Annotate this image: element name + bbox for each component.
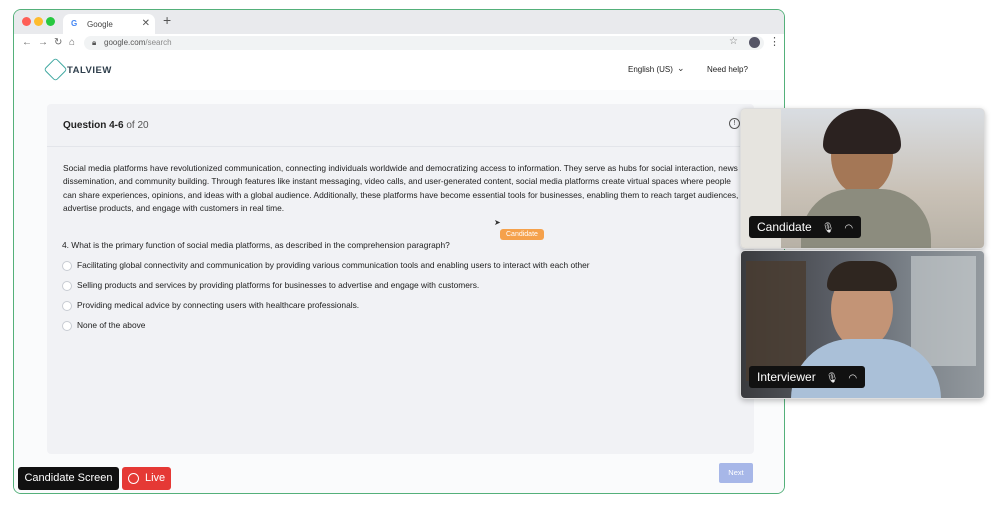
option-4[interactable]: None of the above [62, 320, 145, 331]
url-domain: google.com [104, 38, 146, 47]
browser-menu-icon[interactable]: ⋮ [769, 35, 780, 48]
google-icon: G [71, 19, 78, 28]
bookshelf-left [746, 261, 806, 381]
close-window-dot[interactable] [22, 17, 31, 26]
maximize-window-dot[interactable] [46, 17, 55, 26]
interviewer-label: Interviewer 🎙︎ ◠ [749, 366, 866, 388]
bookshelf-right [911, 256, 976, 366]
option-label: Providing medical advice by connecting u… [77, 300, 360, 310]
microphone-icon: 🎙︎ [821, 223, 835, 234]
record-icon [128, 473, 139, 484]
radio-button[interactable] [62, 260, 72, 271]
url-path: /search [145, 38, 172, 47]
candidate-video: Candidate 🎙︎ ◠ [740, 108, 985, 249]
logo-text: TALVIEW [67, 65, 112, 76]
profile-avatar[interactable] [749, 37, 760, 48]
address-bar: ← → ↻ ⌂ 🔒︎ google.com/search ☆ ⋮ [14, 34, 784, 53]
live-badge: Live [122, 467, 171, 490]
live-label: Live [145, 472, 166, 484]
new-tab-icon[interactable]: + [163, 12, 171, 28]
question-total: of 20 [123, 120, 149, 131]
candidate-label-text: Candidate [757, 220, 812, 234]
microphone-muted-icon: 🎙︎ [825, 373, 839, 384]
question-prompt: 4. What is the primary function of socia… [62, 240, 450, 250]
radio-button[interactable] [62, 320, 72, 331]
tab-strip: G Google ✕ + [14, 10, 784, 34]
cursor-icon: ➤ [494, 218, 501, 227]
back-icon[interactable]: ← [22, 37, 32, 48]
option-label: Selling products and services by providi… [77, 280, 480, 290]
divider [47, 146, 754, 147]
option-label: Facilitating global connectivity and com… [77, 260, 590, 270]
browser-tab[interactable]: G Google ✕ [63, 14, 155, 34]
talview-logo-icon [43, 57, 68, 82]
wifi-icon: ◠ [844, 223, 854, 234]
comprehension-passage: Social media platforms have revolutioniz… [63, 163, 739, 214]
candidate-cursor-tag: Candidate [500, 229, 544, 240]
bookmark-star-icon[interactable]: ☆ [729, 36, 738, 47]
info-icon[interactable]: ! [729, 118, 740, 129]
language-selector[interactable]: English (US) [628, 65, 673, 74]
next-button[interactable]: Next [719, 463, 753, 483]
radio-button[interactable] [62, 280, 72, 291]
home-icon[interactable]: ⌂ [69, 37, 75, 48]
minimize-window-dot[interactable] [34, 17, 43, 26]
browser-window: G Google ✕ + ← → ↻ ⌂ 🔒︎ google.com/searc… [13, 9, 785, 494]
question-range: Question 4-6 [63, 120, 124, 131]
assessment-content: Question 4-6 of 20 ! Social media platfo… [14, 90, 784, 493]
url-input[interactable]: 🔒︎ google.com/search [84, 36, 764, 50]
tab-title: Google [87, 20, 113, 29]
lock-icon: 🔒︎ [92, 38, 97, 47]
question-heading: Question 4-6 of 20 [63, 120, 149, 131]
question-card: Question 4-6 of 20 ! Social media platfo… [47, 104, 754, 454]
tab-close-icon[interactable]: ✕ [142, 18, 150, 29]
reload-icon[interactable]: ↻ [54, 37, 62, 48]
wifi-icon: ◠ [848, 373, 858, 384]
chevron-down-icon[interactable]: ⌄ [677, 63, 685, 74]
candidate-label: Candidate 🎙︎ ◠ [749, 216, 862, 238]
interviewer-video: Interviewer 🎙︎ ◠ [740, 250, 985, 399]
app-header: TALVIEW English (US) ⌄ Need help? [14, 52, 784, 90]
candidate-screen-badge: Candidate Screen [18, 467, 119, 490]
url-text: google.com/search [104, 38, 172, 47]
option-3[interactable]: Providing medical advice by connecting u… [62, 300, 359, 311]
option-2[interactable]: Selling products and services by providi… [62, 280, 479, 291]
candidate-hair [823, 109, 901, 154]
interviewer-label-text: Interviewer [757, 370, 816, 384]
forward-icon[interactable]: → [38, 37, 48, 48]
option-label: None of the above [77, 320, 146, 330]
radio-button[interactable] [62, 300, 72, 311]
help-link[interactable]: Need help? [707, 65, 748, 74]
option-1[interactable]: Facilitating global connectivity and com… [62, 260, 590, 271]
interviewer-hair [827, 261, 897, 291]
